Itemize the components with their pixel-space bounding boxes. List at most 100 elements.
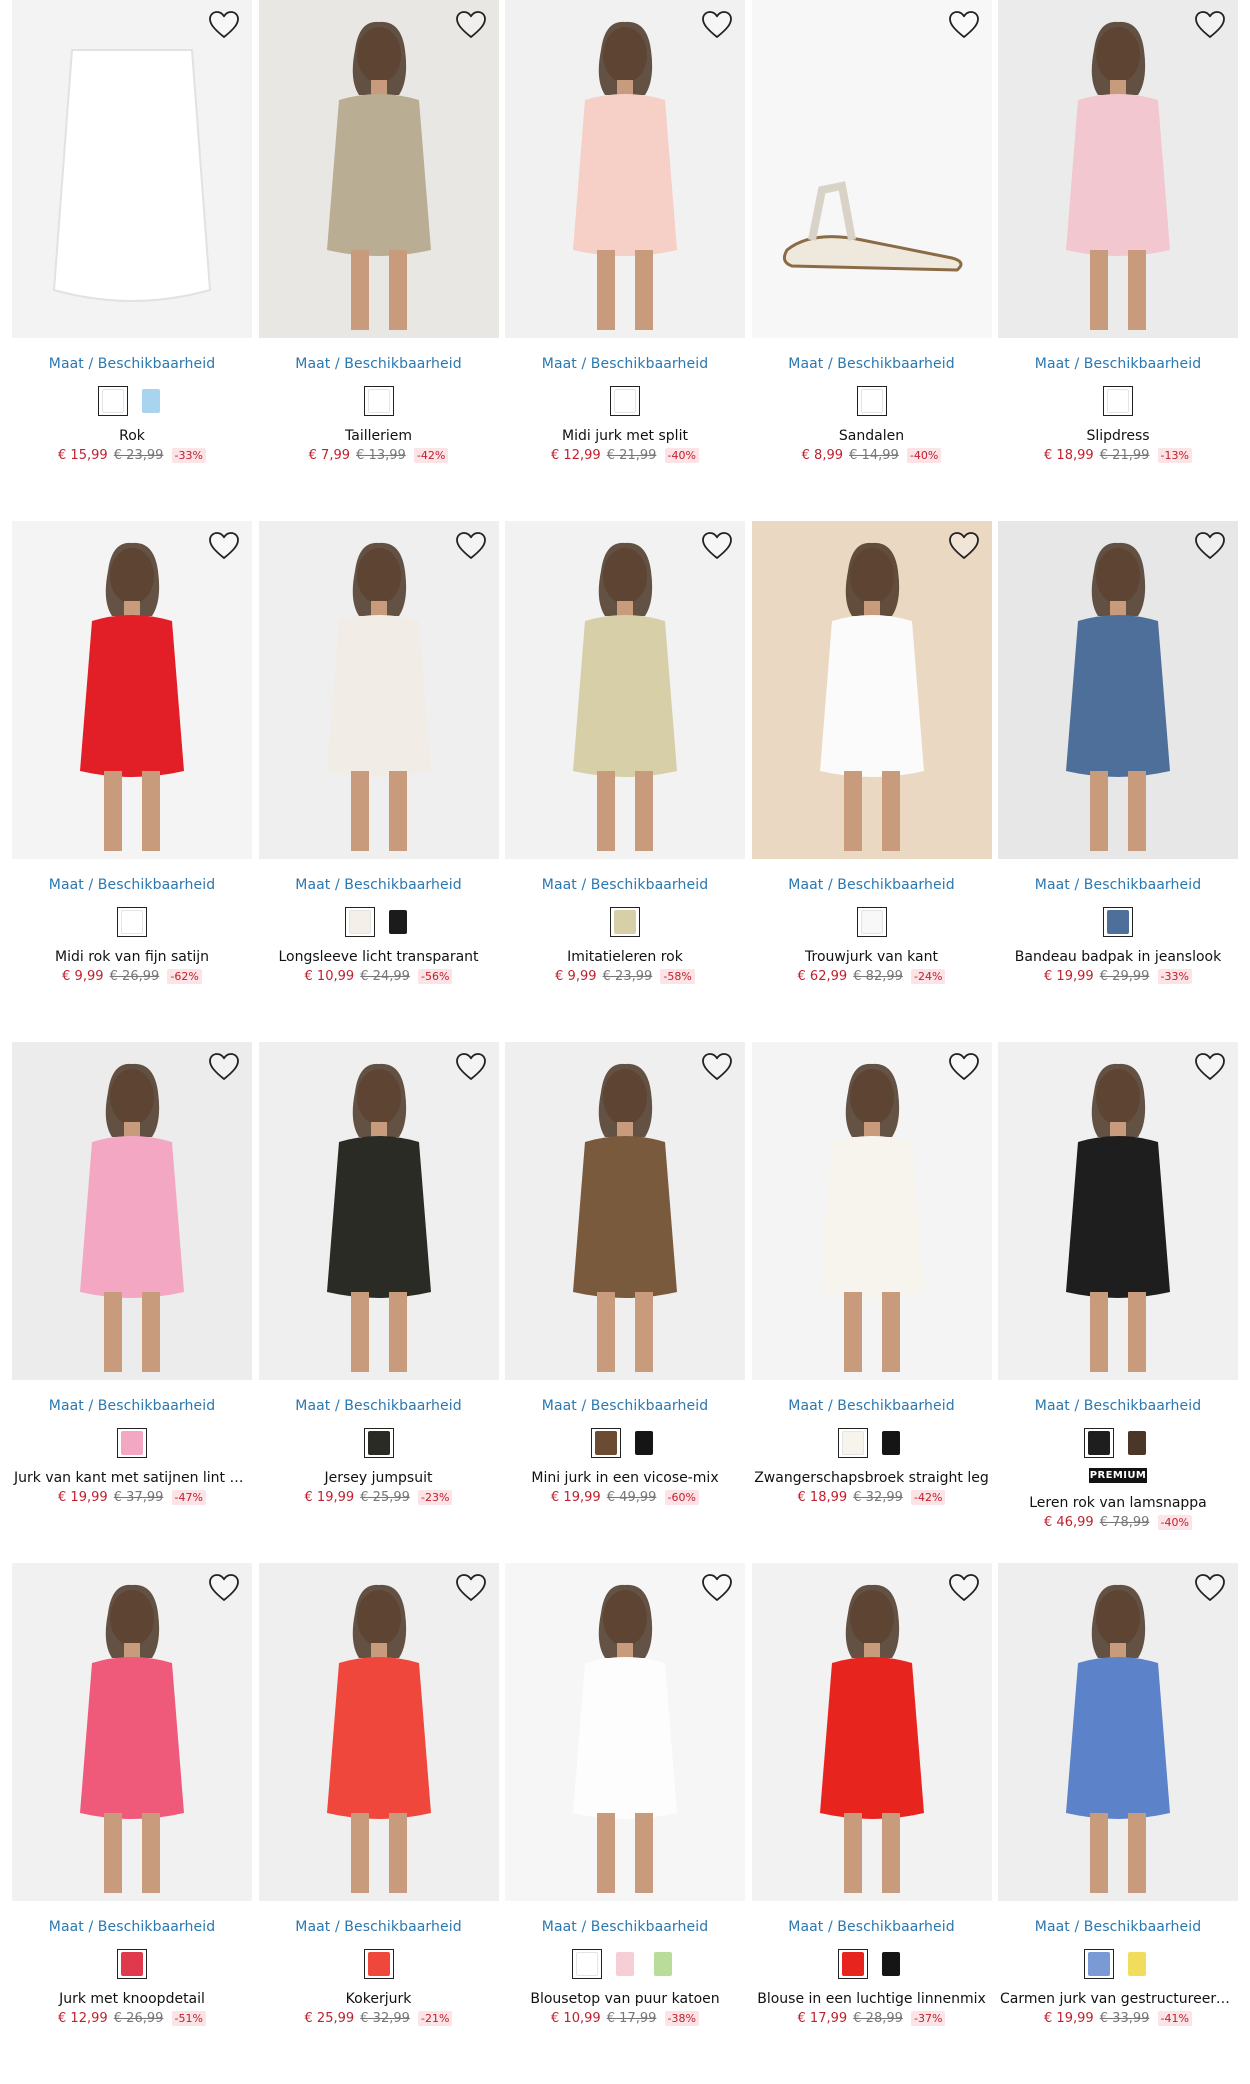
product-image[interactable]	[12, 1563, 252, 1901]
size-availability-link[interactable]: Maat / Beschikbaarheid	[998, 1398, 1238, 1414]
size-availability-link[interactable]: Maat / Beschikbaarheid	[752, 877, 992, 893]
product-card[interactable]: Maat / Beschikbaarheid Blouse in een luc…	[751, 1563, 992, 2084]
color-swatch[interactable]	[1103, 907, 1133, 937]
color-swatch[interactable]	[856, 386, 887, 416]
product-title[interactable]: Longsleeve licht transparant	[259, 949, 499, 965]
size-availability-link[interactable]: Maat / Beschikbaarheid	[505, 1398, 745, 1414]
wishlist-heart-icon[interactable]	[208, 1573, 240, 1603]
size-availability-link[interactable]: Maat / Beschikbaarheid	[752, 1398, 992, 1414]
color-swatch[interactable]	[610, 386, 640, 416]
product-card[interactable]: Maat / Beschikbaarheid Zwangerschapsbroe…	[751, 1042, 992, 1563]
product-title[interactable]: Blousetop van puur katoen	[505, 1991, 745, 2007]
size-availability-link[interactable]: Maat / Beschikbaarheid	[259, 1398, 499, 1414]
color-swatch[interactable]	[837, 1428, 868, 1458]
wishlist-heart-icon[interactable]	[948, 10, 980, 40]
product-image[interactable]	[998, 1042, 1238, 1380]
wishlist-heart-icon[interactable]	[1194, 531, 1226, 561]
product-title[interactable]: Zwangerschapsbroek straight leg	[752, 1470, 992, 1486]
product-card[interactable]: Maat / Beschikbaarheid Mini jurk in een …	[505, 1042, 745, 1563]
color-swatch[interactable]	[344, 907, 375, 937]
color-swatch[interactable]	[837, 1949, 868, 1979]
color-swatch[interactable]	[591, 1428, 621, 1458]
size-availability-link[interactable]: Maat / Beschikbaarheid	[12, 356, 252, 372]
wishlist-heart-icon[interactable]	[701, 1573, 733, 1603]
color-swatch[interactable]	[876, 1949, 906, 1979]
size-availability-link[interactable]: Maat / Beschikbaarheid	[259, 877, 499, 893]
color-swatch[interactable]	[876, 1428, 906, 1458]
size-availability-link[interactable]: Maat / Beschikbaarheid	[998, 356, 1238, 372]
product-title[interactable]: Mini jurk in een vicose-mix	[505, 1470, 745, 1486]
wishlist-heart-icon[interactable]	[948, 531, 980, 561]
wishlist-heart-icon[interactable]	[208, 531, 240, 561]
color-swatch[interactable]	[98, 386, 128, 416]
wishlist-heart-icon[interactable]	[208, 10, 240, 40]
product-title[interactable]: Sandalen	[752, 428, 992, 444]
color-swatch[interactable]	[648, 1949, 678, 1979]
product-image[interactable]	[12, 1042, 252, 1380]
product-image[interactable]	[998, 521, 1238, 859]
color-swatch[interactable]	[117, 907, 147, 937]
product-image[interactable]	[12, 521, 252, 859]
color-swatch[interactable]	[1103, 386, 1133, 416]
color-swatch[interactable]	[117, 1428, 147, 1458]
wishlist-heart-icon[interactable]	[1194, 1573, 1226, 1603]
wishlist-heart-icon[interactable]	[1194, 10, 1226, 40]
product-image[interactable]	[12, 0, 252, 338]
size-availability-link[interactable]: Maat / Beschikbaarheid	[259, 356, 499, 372]
product-title[interactable]: Carmen jurk van gestructureerde viscose	[998, 1991, 1238, 2007]
size-availability-link[interactable]: Maat / Beschikbaarheid	[752, 356, 992, 372]
product-image[interactable]	[751, 1563, 992, 1901]
color-swatch[interactable]	[363, 1428, 394, 1458]
color-swatch[interactable]	[383, 907, 413, 937]
wishlist-heart-icon[interactable]	[948, 1052, 980, 1082]
size-availability-link[interactable]: Maat / Beschikbaarheid	[505, 356, 745, 372]
color-swatch[interactable]	[1084, 1428, 1114, 1458]
size-availability-link[interactable]: Maat / Beschikbaarheid	[12, 877, 252, 893]
product-title[interactable]: Rok	[12, 428, 252, 444]
color-swatch[interactable]	[572, 1949, 602, 1979]
wishlist-heart-icon[interactable]	[1194, 1052, 1226, 1082]
product-image[interactable]	[751, 0, 992, 338]
color-swatch[interactable]	[1122, 1428, 1152, 1458]
color-swatch[interactable]	[610, 1949, 640, 1979]
color-swatch[interactable]	[856, 907, 887, 937]
product-card[interactable]: Maat / Beschikbaarheid Trouwjurk van kan…	[751, 521, 992, 1042]
wishlist-heart-icon[interactable]	[701, 10, 733, 40]
color-swatch[interactable]	[1122, 1949, 1152, 1979]
color-swatch[interactable]	[117, 1949, 147, 1979]
product-card[interactable]: Maat / Beschikbaarheid Carmen jurk van g…	[998, 1563, 1238, 2084]
product-card[interactable]: Maat / Beschikbaarheid Midi jurk met spl…	[505, 0, 745, 521]
product-image[interactable]	[505, 0, 745, 338]
product-image[interactable]	[751, 521, 992, 859]
product-card[interactable]: Maat / Beschikbaarheid Slipdress € 18,99…	[998, 0, 1238, 521]
product-card[interactable]: Maat / Beschikbaarheid Jurk van kant met…	[12, 1042, 252, 1563]
product-title[interactable]: Kokerjurk	[259, 1991, 499, 2007]
product-title[interactable]: Tailleriem	[259, 428, 499, 444]
product-image[interactable]	[505, 1563, 745, 1901]
product-title[interactable]: Jurk met knoopdetail	[12, 1991, 252, 2007]
wishlist-heart-icon[interactable]	[455, 1052, 487, 1082]
product-image[interactable]	[998, 0, 1238, 338]
size-availability-link[interactable]: Maat / Beschikbaarheid	[505, 1919, 745, 1935]
product-image[interactable]	[258, 0, 499, 338]
product-title[interactable]: Leren rok van lamsnappa	[998, 1495, 1238, 1511]
color-swatch[interactable]	[610, 907, 640, 937]
wishlist-heart-icon[interactable]	[455, 1573, 487, 1603]
size-availability-link[interactable]: Maat / Beschikbaarheid	[12, 1919, 252, 1935]
color-swatch[interactable]	[363, 1949, 394, 1979]
product-card[interactable]: Maat / Beschikbaarheid Jersey jumpsuit €…	[258, 1042, 499, 1563]
product-card[interactable]: Maat / Beschikbaarheid Kokerjurk € 25,99…	[258, 1563, 499, 2084]
product-card[interactable]: Maat / Beschikbaarheid Jurk met knoopdet…	[12, 1563, 252, 2084]
product-title[interactable]: Blouse in een luchtige linnenmix	[752, 1991, 992, 2007]
product-title[interactable]: Bandeau badpak in jeanslook	[998, 949, 1238, 965]
wishlist-heart-icon[interactable]	[701, 531, 733, 561]
product-title[interactable]: Midi jurk met split	[505, 428, 745, 444]
color-swatch[interactable]	[363, 386, 394, 416]
size-availability-link[interactable]: Maat / Beschikbaarheid	[998, 1919, 1238, 1935]
product-image[interactable]	[258, 521, 499, 859]
wishlist-heart-icon[interactable]	[455, 531, 487, 561]
size-availability-link[interactable]: Maat / Beschikbaarheid	[998, 877, 1238, 893]
product-title[interactable]: Midi rok van fijn satijn	[12, 949, 252, 965]
product-card[interactable]: Maat / Beschikbaarheid Tailleriem € 7,99…	[258, 0, 499, 521]
product-title[interactable]: Slipdress	[998, 428, 1238, 444]
